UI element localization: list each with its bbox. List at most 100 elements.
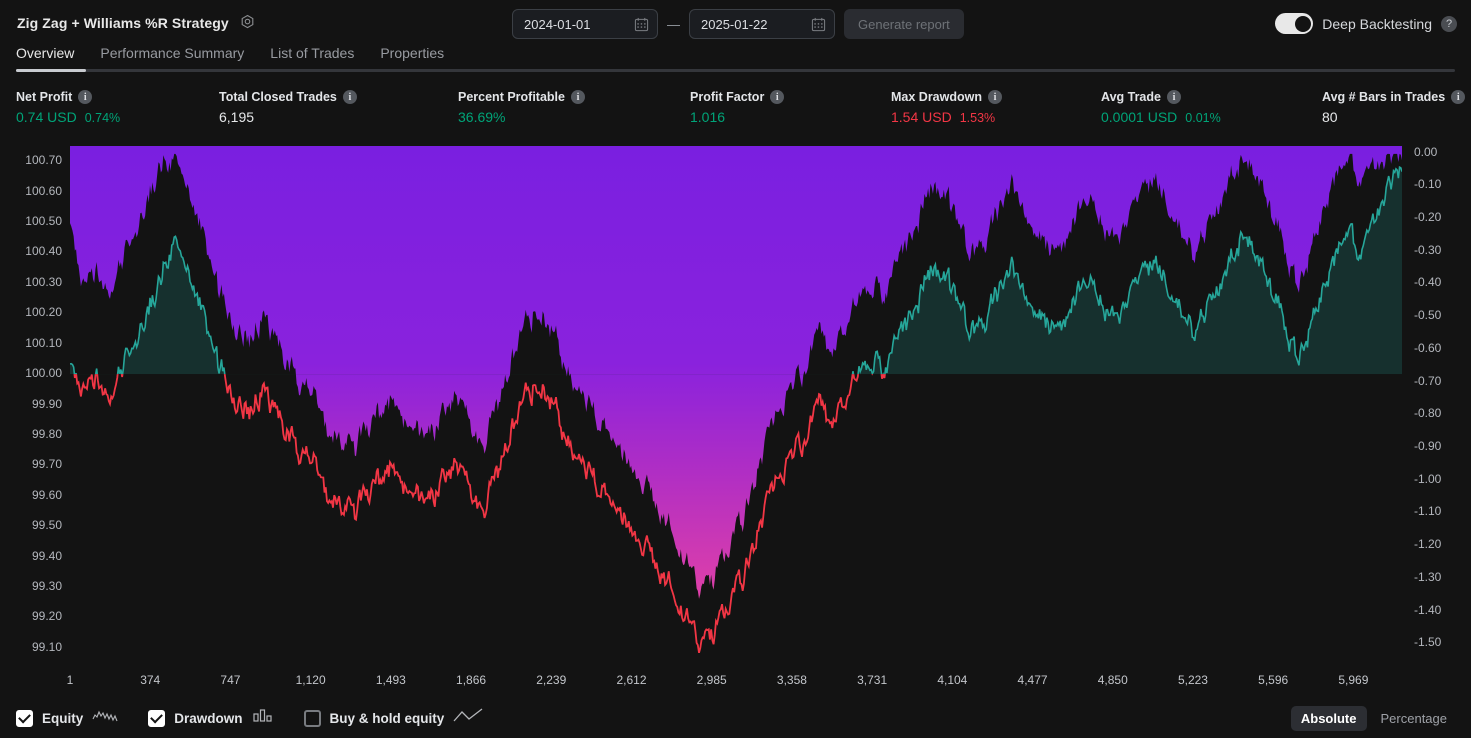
metric-total-closed-trades: Total Closed Trades i 6,195 [219, 90, 357, 125]
checkbox[interactable] [303, 710, 321, 727]
left-axis-tick: 100.70 [25, 153, 62, 168]
metric-header: Percent Profitable i [458, 90, 585, 104]
left-axis-tick: 100.50 [25, 214, 62, 229]
info-icon[interactable]: i [770, 90, 785, 104]
metric-primary-value: 36.69% [458, 109, 506, 125]
legend-label: Buy & hold equity [329, 711, 445, 726]
deep-backtesting-group: Deep Backtesting ? [1275, 13, 1457, 34]
x-axis-tick: 3,731 [857, 673, 888, 687]
info-icon[interactable]: i [1166, 90, 1181, 104]
info-icon[interactable]: i [570, 90, 585, 104]
right-axis-tick: -0.70 [1414, 373, 1442, 388]
mode-percentage[interactable]: Percentage [1371, 706, 1458, 731]
tab-overview[interactable]: Overview [16, 45, 74, 71]
left-price-axis[interactable]: 100.70 100.60 100.50 100.40 100.30 100.20 100.… [0, 146, 68, 663]
legend-item-buy-hold-equity[interactable]: Buy & hold equity [303, 708, 484, 729]
metric-header: Profit Factor i [690, 90, 785, 104]
generate-report-button[interactable]: Generate report [844, 9, 964, 39]
metric-primary-value: 6,195 [219, 109, 255, 125]
metric-profit-factor: Profit Factor i 1.016 [690, 90, 785, 125]
x-axis-tick: 4,477 [1017, 673, 1048, 687]
tab-list-of-trades[interactable]: List of Trades [270, 45, 354, 71]
x-axis-tick: 1,120 [295, 673, 326, 687]
chart-legend: Equity Drawdown Buy & hold equity [16, 708, 483, 729]
metric-header: Total Closed Trades i [219, 90, 357, 104]
tab-bar: Overview Performance Summary List of Trade… [16, 45, 444, 71]
x-axis-tick: 2,239 [536, 673, 567, 687]
mode-absolute[interactable]: Absolute [1290, 706, 1367, 731]
settings-gear-icon[interactable] [239, 14, 256, 31]
info-icon[interactable]: i [988, 90, 1002, 104]
left-axis-tick: 100.10 [25, 335, 62, 350]
date-to-value: 2025-01-22 [701, 16, 768, 32]
header-bar: Zig Zag + Williams %R Strategy 2024-01-0… [0, 0, 1471, 48]
x-axis-tick: 747 [220, 673, 241, 687]
metric-secondary-value: 1.53% [959, 111, 996, 125]
right-axis-tick: -0.90 [1414, 439, 1442, 454]
metric-values: 0.0001 USD 0.01% [1101, 109, 1221, 125]
metric-label: Total Closed Trades [219, 90, 337, 104]
right-axis-tick: -0.50 [1414, 308, 1442, 323]
checkbox[interactable] [16, 710, 33, 727]
left-axis-tick: 100.20 [25, 305, 62, 320]
left-axis-tick: 99.90 [31, 396, 62, 411]
right-axis-tick: -1.50 [1414, 635, 1442, 650]
deep-backtesting-toggle[interactable] [1275, 13, 1314, 34]
right-drawdown-axis[interactable]: 0.00 -0.10 -0.20 -0.30 -0.40 -0.50 -0.60 -0.70 -… [1404, 145, 1470, 663]
x-axis-bars[interactable]: 1 374 747 1,120 1,493 1,866 2,239 2,612 2,985 3,3… [0, 673, 1471, 697]
legend-item-equity[interactable]: Equity [16, 708, 118, 729]
tab-scrollbar-track[interactable] [16, 69, 1455, 72]
date-range-controls: 2024-01-01 — 2025-01-22 Generate report [512, 9, 964, 39]
right-axis-tick: -0.60 [1414, 340, 1442, 355]
metric-primary-value: 0.0001 USD [1101, 109, 1178, 125]
metric-values: 1.54 USD 1.53% [891, 109, 1002, 125]
footer-bar: Equity Drawdown Buy & hold equity Absolute… [0, 700, 1471, 738]
tab-properties[interactable]: Properties [380, 45, 444, 71]
metric-header: Avg Trade i [1101, 90, 1221, 104]
chart-plot-area[interactable] [70, 146, 1402, 663]
equity-line-icon [92, 708, 118, 729]
metric-avg-trade: Avg Trade i 0.0001 USD 0.01% [1101, 90, 1221, 125]
left-axis-tick: 100.40 [25, 244, 62, 259]
metric-values: 0.74 USD 0.74% [16, 109, 120, 125]
question-mark-icon[interactable]: ? [1441, 15, 1457, 32]
x-axis-tick: 4,850 [1097, 673, 1128, 687]
metric-values: 6,195 [219, 109, 357, 125]
deep-backtesting-label: Deep Backtesting [1322, 15, 1432, 32]
metric-max-drawdown: Max Drawdown i 1.54 USD 1.53% [891, 90, 1002, 125]
metric-secondary-value: 0.01% [1185, 111, 1221, 125]
strategy-title-group: Zig Zag + Williams %R Strategy [17, 14, 256, 31]
date-to-input[interactable]: 2025-01-22 [689, 9, 835, 39]
checkbox[interactable] [148, 710, 166, 727]
metric-primary-value: 1.016 [690, 109, 726, 125]
x-axis-tick: 3,358 [776, 673, 807, 687]
left-axis-tick: 99.10 [31, 639, 62, 654]
x-axis-tick: 2,612 [616, 673, 647, 687]
right-axis-tick: -0.30 [1414, 242, 1442, 257]
metric-label: Percent Profitable [458, 90, 565, 104]
left-axis-tick: 100.00 [25, 366, 62, 381]
drawdown-bars-icon [252, 708, 274, 729]
value-mode-switch: Absolute Percentage [1290, 706, 1458, 731]
legend-item-drawdown[interactable]: Drawdown [148, 708, 273, 729]
info-icon[interactable]: i [342, 90, 357, 104]
metric-primary-value: 1.54 USD [891, 109, 952, 125]
legend-label: Equity [42, 711, 84, 726]
metric-label: Avg Trade [1101, 90, 1161, 104]
x-axis-tick: 5,223 [1177, 673, 1208, 687]
tab-scrollbar-thumb[interactable] [16, 69, 86, 72]
right-axis-tick: -0.40 [1414, 275, 1442, 290]
right-axis-tick: -0.20 [1414, 209, 1442, 224]
calendar-icon [634, 17, 649, 32]
metric-primary-value: 80 [1322, 109, 1338, 125]
x-axis-tick: 1,493 [375, 673, 406, 687]
page-title: Zig Zag + Williams %R Strategy [17, 14, 229, 31]
info-icon[interactable]: i [78, 90, 93, 104]
tab-performance-summary[interactable]: Performance Summary [100, 45, 244, 71]
date-from-input[interactable]: 2024-01-01 [512, 9, 658, 39]
right-axis-tick: -1.20 [1414, 537, 1442, 552]
metric-primary-value: 0.74 USD [16, 109, 77, 125]
right-axis-tick: -1.30 [1414, 569, 1442, 584]
info-icon[interactable]: i [1451, 90, 1466, 104]
x-axis-tick: 4,104 [937, 673, 968, 687]
